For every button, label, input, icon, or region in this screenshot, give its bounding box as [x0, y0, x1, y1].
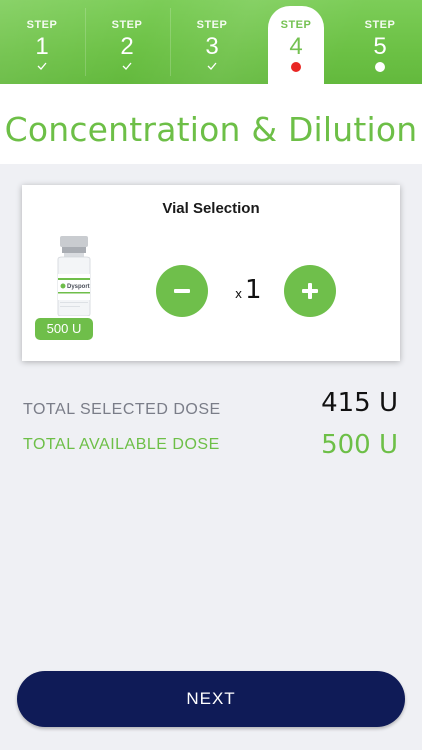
step-number: 3: [205, 33, 219, 60]
total-available-dose-label: TOTAL AVAILABLE DOSE: [23, 436, 220, 453]
step-label: STEP: [196, 19, 228, 31]
step-number: 4: [289, 33, 303, 60]
stepper-header: STEP 1 STEP 2 STEP 3 STEP 4 STEP 5: [0, 0, 422, 84]
total-available-dose-value: 500 U: [321, 430, 398, 460]
next-button[interactable]: NEXT: [17, 671, 405, 727]
current-step-indicator: [291, 62, 301, 72]
step-number: 1: [35, 33, 49, 60]
step-label: STEP: [111, 19, 143, 31]
step-label: STEP: [364, 19, 396, 31]
step-3[interactable]: STEP 3: [170, 0, 254, 84]
checkmark-icon: [37, 62, 47, 70]
step-label: STEP: [26, 19, 58, 31]
step-label: STEP: [280, 19, 312, 31]
vial-brand-label: Dysport: [67, 284, 90, 290]
minus-icon: [174, 289, 190, 293]
step-1[interactable]: STEP 1: [0, 0, 84, 84]
vial-image: Dysport: [57, 236, 91, 316]
quantity-prefix: x: [235, 287, 243, 301]
page-title: Concentration & Dilution: [4, 110, 418, 149]
decrement-button[interactable]: [156, 265, 208, 317]
step-2[interactable]: STEP 2: [85, 0, 169, 84]
checkmark-icon: [207, 62, 217, 70]
total-selected-dose-label: TOTAL SELECTED DOSE: [23, 401, 221, 418]
quantity-value: 1: [245, 275, 262, 305]
increment-button[interactable]: [284, 265, 336, 317]
card-title: Vial Selection: [162, 200, 260, 217]
total-selected-dose-value: 415 U: [321, 388, 398, 418]
step-5[interactable]: STEP 5: [338, 0, 422, 84]
upcoming-step-indicator: [375, 62, 385, 72]
step-number: 2: [120, 33, 134, 60]
quantity-display: x 1: [222, 275, 282, 309]
step-4[interactable]: STEP 4: [268, 6, 324, 84]
plus-icon: [302, 283, 318, 299]
step-number: 5: [373, 33, 387, 60]
title-band: Concentration & Dilution: [0, 84, 422, 164]
vial-selection-card: Vial Selection Dysport 500 U x 1: [22, 185, 400, 361]
checkmark-icon: [122, 62, 132, 70]
vial-size-badge: 500 U: [35, 318, 93, 340]
